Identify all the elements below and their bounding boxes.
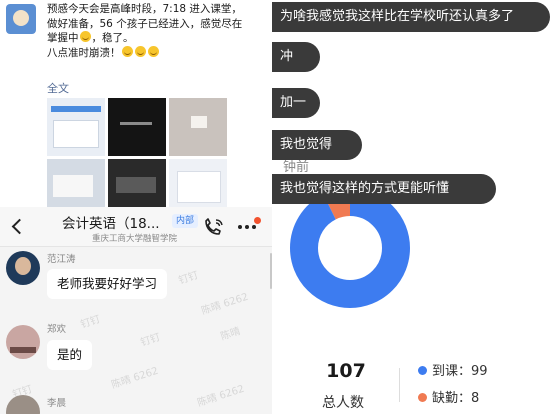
live-class-panel: 钟前 为啥我感觉我这样比在学校听还认真多了 冲 加一 我也觉得 我也觉得这样的方… [272, 0, 552, 414]
present-label: 到课：99 [432, 364, 488, 379]
message-bubble[interactable]: 是的 [47, 340, 93, 370]
post-image-2[interactable] [108, 98, 166, 156]
total-count: 107 [326, 360, 366, 382]
watermark: 钉钉 [139, 332, 162, 349]
post-line-3b: ，稳了。 [91, 32, 134, 44]
group-chat: 会计英语（18... 内部 重庆工商大学融智学院 钉钉 陈晴 6262 钉钉 陈… [0, 207, 272, 414]
watermark: 钉钉 [177, 270, 200, 287]
grin-emoji-icon [147, 45, 159, 57]
present-legend-dot [418, 366, 427, 375]
poster-avatar[interactable] [6, 4, 36, 34]
watermark: 钉钉 [79, 314, 102, 331]
notification-badge [254, 217, 261, 224]
danmu-comment: 加一 [272, 88, 320, 118]
message-bubble[interactable]: 老师我要好好学习 [47, 269, 168, 299]
post-line-3: 掌握中 ，稳了。 [47, 31, 269, 46]
divider [399, 368, 400, 402]
sender-name: 李晨 [47, 398, 67, 409]
post-line-4-text: 八点准时崩溃！ [47, 46, 121, 59]
chat-header: 会计英语（18... 内部 重庆工商大学融智学院 [0, 207, 272, 247]
danmu-comment: 冲 [272, 42, 320, 72]
danmu-comment: 我也觉得这样的方式更能听懂 [272, 174, 496, 204]
absent-label: 缺勤：8 [432, 391, 480, 406]
grin-emoji-icon [134, 45, 146, 57]
group-subtitle: 重庆工商大学融智学院 [92, 234, 178, 244]
avatar[interactable] [6, 251, 40, 285]
phone-icon[interactable] [203, 217, 225, 237]
total-label: 总人数 [322, 395, 364, 411]
grin-emoji-icon [121, 45, 133, 57]
post-image-5[interactable] [108, 159, 166, 207]
dot [238, 225, 242, 229]
avatar[interactable] [6, 325, 40, 359]
internal-tag: 内部 [172, 214, 199, 228]
post-image-3[interactable] [169, 98, 227, 156]
danmu-comment: 我也觉得 [272, 130, 362, 160]
dot [252, 225, 256, 229]
watermark: 陈晴 6262 [110, 365, 160, 392]
smile-emoji-icon [79, 31, 91, 42]
post-line-4: 八点准时崩溃！ [47, 45, 269, 61]
watermark: 陈晴 6262 [200, 291, 250, 318]
avatar[interactable] [6, 395, 40, 414]
danmu-comment: 为啥我感觉我这样比在学校听还认真多了 [272, 2, 550, 32]
sender-name: 范江涛 [47, 254, 76, 265]
post-line-3a: 掌握中 [47, 32, 79, 44]
post-line-1: 预感今天会是高峰时段，7:18 进入课堂， [47, 3, 242, 15]
post-image-4[interactable] [47, 159, 105, 207]
post-image-6[interactable] [169, 159, 227, 207]
post-text: 预感今天会是高峰时段，7:18 进入课堂， 做好准备，56 个孩子已经进入，感觉… [47, 2, 269, 60]
group-title: 会计英语（18... [62, 216, 160, 232]
screen: 预感今天会是高峰时段，7:18 进入课堂， 做好准备，56 个孩子已经进入，感觉… [0, 0, 552, 414]
absent-legend-dot [418, 393, 427, 402]
moments-post: 预感今天会是高峰时段，7:18 进入课堂， 做好准备，56 个孩子已经进入，感觉… [0, 0, 272, 207]
more-dots-icon[interactable] [238, 217, 261, 231]
chevron-left-icon[interactable] [6, 214, 30, 238]
post-line-2: 做好准备，56 个孩子已经进入，感觉尽在 [47, 17, 243, 30]
full-text-link[interactable]: 全文 [47, 80, 69, 96]
sender-name: 郑欢 [47, 324, 67, 335]
post-image-1[interactable] [47, 98, 105, 156]
watermark: 陈晴 [219, 326, 242, 343]
watermark: 陈晴 6262 [196, 383, 246, 410]
dot [245, 225, 249, 229]
